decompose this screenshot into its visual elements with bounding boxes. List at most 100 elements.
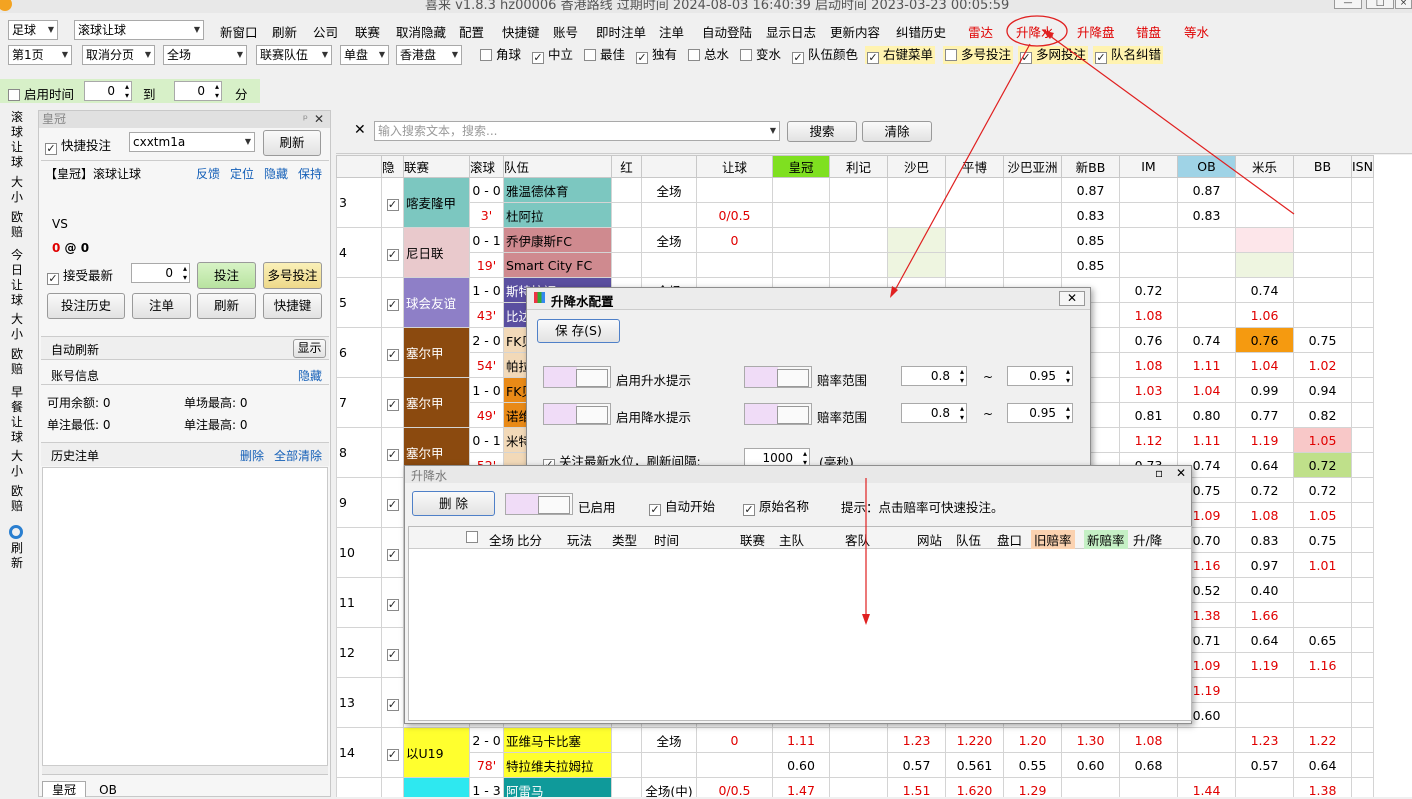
- filter-check-4[interactable]: 总水: [686, 46, 731, 64]
- odds-cell-ob[interactable]: [1177, 727, 1236, 753]
- menu-item-11[interactable]: 显示日志: [766, 22, 816, 41]
- checkbox[interactable]: [945, 49, 957, 61]
- odds-cell-ml[interactable]: 1.19: [1235, 652, 1294, 678]
- odds-cell-ml[interactable]: 0.97: [1235, 552, 1294, 578]
- menu-item-1[interactable]: 刷新: [272, 22, 297, 41]
- odds-cell-bb[interactable]: 0.75: [1293, 527, 1352, 553]
- close-icon[interactable]: ✕: [314, 111, 324, 127]
- league-cell[interactable]: 尼日联: [403, 227, 470, 278]
- odds-cell-isn[interactable]: [1351, 652, 1374, 678]
- odds-cell-isn[interactable]: [1351, 502, 1374, 528]
- odds-cell-bb[interactable]: [1293, 277, 1352, 303]
- filter-check-2[interactable]: 最佳: [582, 46, 627, 64]
- water-column-10[interactable]: 盘口: [997, 530, 1022, 549]
- odds-cell-ml[interactable]: 1.19: [1235, 427, 1294, 453]
- side-tab-3[interactable]: 今日让球: [0, 248, 34, 308]
- grid-header-1[interactable]: 联赛: [403, 155, 470, 178]
- odds-cell-bb[interactable]: 0.64: [1293, 752, 1352, 778]
- odds-cell-bb[interactable]: 1.05: [1293, 427, 1352, 453]
- maximize-button[interactable]: □: [1366, 0, 1394, 9]
- handicap-cell[interactable]: 0/0.5: [696, 202, 773, 228]
- orig-name-checkbox[interactable]: ✓: [743, 504, 755, 516]
- odds-cell-ob[interactable]: 1.04: [1177, 377, 1236, 403]
- hide-checkbox-cell[interactable]: ✓: [381, 227, 404, 278]
- odds-cell-pb[interactable]: 0.561: [945, 752, 1004, 778]
- odds-cell-ml[interactable]: 0.99: [1235, 377, 1294, 403]
- odds-cell-isn[interactable]: [1351, 602, 1374, 628]
- odds-cell-ml[interactable]: 0.57: [1235, 752, 1294, 778]
- odds-cell-isn[interactable]: [1351, 477, 1374, 503]
- filter-check-5[interactable]: 变水: [738, 46, 783, 64]
- odds-cell-ob[interactable]: 1.11: [1177, 427, 1236, 453]
- odds-cell-hg[interactable]: [772, 202, 830, 228]
- league-cell[interactable]: 塞尔甲: [403, 327, 470, 378]
- hide-checkbox-cell[interactable]: ✓: [381, 627, 404, 678]
- auto-start-checkbox[interactable]: ✓: [649, 504, 661, 516]
- history-scrollbar[interactable]: [42, 765, 328, 774]
- odds-cell-im[interactable]: 1.08: [1119, 727, 1178, 753]
- odds-cell-ml[interactable]: 0.72: [1235, 477, 1294, 503]
- grid-header-7[interactable]: 皇冠: [772, 155, 830, 178]
- odds-cell-hg[interactable]: 1.47: [772, 777, 830, 797]
- odds-cell-hg[interactable]: [772, 252, 830, 278]
- odds-cell-ml[interactable]: 0.83: [1235, 527, 1294, 553]
- home-team[interactable]: 阿雷马: [503, 777, 612, 797]
- odds-cell-pb[interactable]: [945, 227, 1004, 253]
- odds-cell-im[interactable]: 0.76: [1119, 327, 1178, 353]
- odds-cell-isn[interactable]: [1351, 177, 1374, 203]
- hide-checkbox-cell[interactable]: ✓: [381, 477, 404, 528]
- water-select-all-checkbox[interactable]: [466, 531, 478, 543]
- odds-cell-ml[interactable]: [1235, 677, 1294, 703]
- odds-cell-isn[interactable]: [1351, 577, 1374, 603]
- league-cell[interactable]: 以U19: [403, 727, 470, 778]
- home-team[interactable]: 亚维马卡比塞: [503, 727, 612, 753]
- close-search-icon[interactable]: ✕: [354, 122, 366, 138]
- water-column-2[interactable]: 玩法: [567, 530, 592, 549]
- odds-cell-lj[interactable]: [829, 752, 888, 778]
- water-close-icon[interactable]: ✕: [1176, 466, 1186, 480]
- odds-cell-ml[interactable]: 1.06: [1235, 302, 1294, 328]
- odds-cell-ml[interactable]: 1.66: [1235, 602, 1294, 628]
- water-column-6[interactable]: 主队: [779, 530, 804, 549]
- handicap-cell[interactable]: 0/0.5: [696, 777, 773, 797]
- rise-toggle[interactable]: [543, 366, 611, 388]
- side-tab-5[interactable]: 欧赔: [0, 347, 34, 377]
- side-tab-6[interactable]: 早餐让球: [0, 385, 34, 445]
- tab-ob[interactable]: OB: [88, 781, 128, 797]
- odds-cell-isn[interactable]: [1351, 677, 1374, 703]
- orders-button[interactable]: 注单: [132, 293, 191, 319]
- odds-cell-sba[interactable]: 0.55: [1003, 752, 1062, 778]
- menu-item-alert-2[interactable]: 升降盘: [1077, 22, 1115, 41]
- multi-bet-button[interactable]: 多号投注: [263, 262, 322, 289]
- account-select[interactable]: cxxtm1a: [129, 132, 255, 152]
- menu-item-alert-1[interactable]: 升降水: [1016, 22, 1054, 41]
- league-cell[interactable]: 喀麦隆甲: [403, 177, 470, 228]
- odds-cell-im[interactable]: 0.81: [1119, 402, 1178, 428]
- hotkey-button[interactable]: 快捷键: [263, 293, 322, 319]
- odds-cell-sb[interactable]: 0.57: [887, 752, 946, 778]
- odds-cell-sb[interactable]: 1.23: [887, 727, 946, 753]
- checkbox[interactable]: [688, 49, 700, 61]
- hide-checkbox[interactable]: ✓: [386, 349, 399, 361]
- odds-cell-isn[interactable]: [1351, 302, 1374, 328]
- odds-cell-nbb[interactable]: 0.83: [1061, 202, 1120, 228]
- game-link-1[interactable]: 定位: [230, 165, 254, 182]
- odds-cell-isn[interactable]: [1351, 552, 1374, 578]
- odds-cell-hg[interactable]: 0.60: [772, 752, 830, 778]
- accept-latest-checkbox[interactable]: ✓: [47, 273, 59, 285]
- hide-checkbox[interactable]: ✓: [386, 399, 399, 411]
- checkbox[interactable]: ✓: [792, 52, 804, 64]
- odds-cell-bb[interactable]: 0.72: [1293, 477, 1352, 503]
- grid-header-0[interactable]: 隐: [381, 155, 404, 178]
- odds-cell-isn[interactable]: [1351, 727, 1374, 753]
- quick-bet-toggle[interactable]: ✓ 快捷投注: [45, 135, 111, 155]
- odds-cell-bb[interactable]: [1293, 177, 1352, 203]
- odds-cell-im[interactable]: 1.08: [1119, 352, 1178, 378]
- odds-cell-im[interactable]: [1119, 177, 1178, 203]
- menu-item-0[interactable]: 新窗口: [220, 22, 258, 41]
- refresh-icon[interactable]: [9, 525, 23, 539]
- odds-cell-bb[interactable]: [1293, 227, 1352, 253]
- hide-checkbox[interactable]: ✓: [386, 499, 399, 511]
- grid-header-14[interactable]: OB: [1177, 155, 1236, 178]
- odds-cell-isn[interactable]: [1351, 402, 1374, 428]
